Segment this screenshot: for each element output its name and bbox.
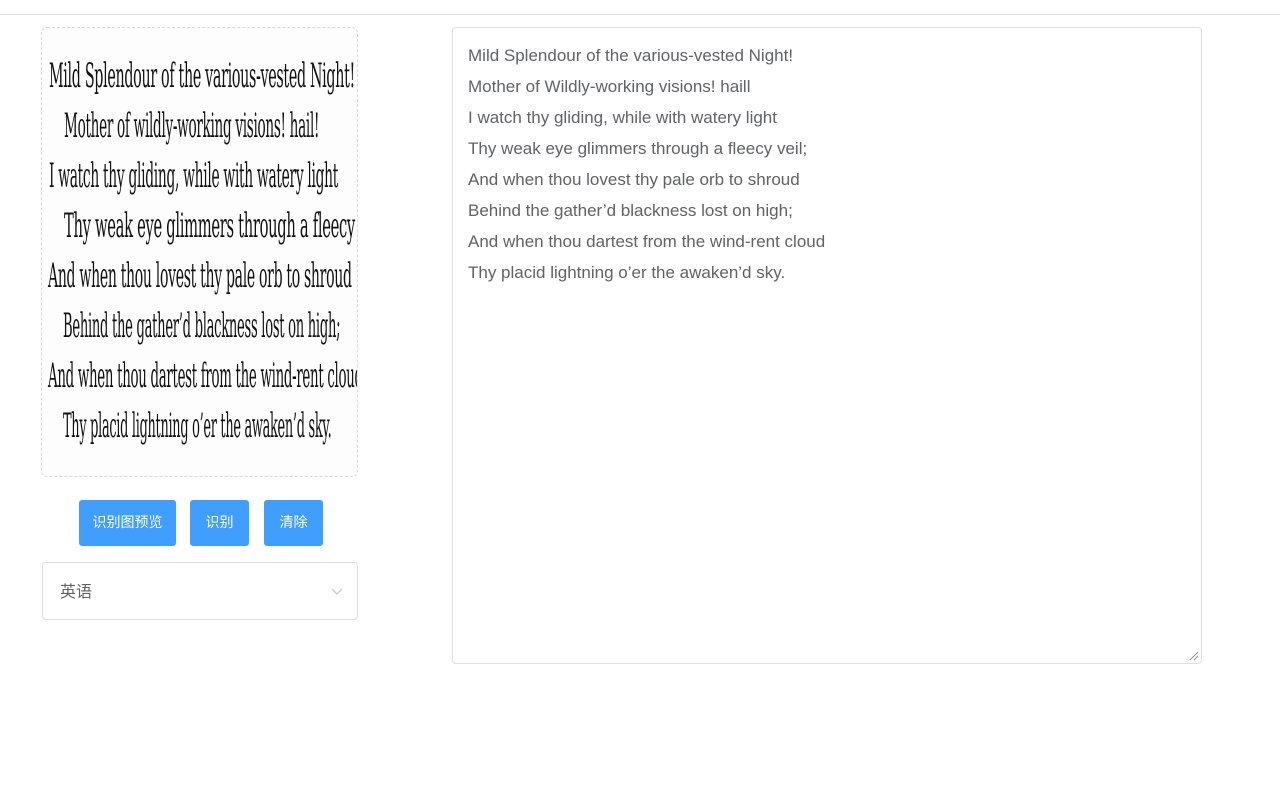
preview-recognized-image-button[interactable]: 识别图预览: [79, 500, 176, 546]
result-text-line: And when thou lovest thy pale orb to shr…: [468, 170, 800, 189]
result-text-line: Mild Splendour of the various-vested Nig…: [468, 46, 794, 65]
result-text-line: And when thou dartest from the wind-rent…: [468, 232, 826, 251]
result-text-line: Behind the gather’d blackness lost on hi…: [468, 201, 793, 220]
top-divider: [0, 14, 1280, 15]
result-text-line: Thy placid lightning o’er the awaken’d s…: [468, 263, 786, 282]
image-text-line: Thy weak eye glimmers through a fleecy v…: [64, 208, 358, 246]
language-select-value: 英语: [60, 582, 93, 601]
uploaded-image-preview[interactable]: Mild Splendour of the various-vested Nig…: [41, 27, 358, 477]
recognition-result-textarea[interactable]: Mild Splendour of the various-vested Nig…: [452, 27, 1202, 664]
image-text-line: Behind the gather’d blackness lost on hi…: [63, 308, 341, 346]
image-text-line: And when thou dartest from the wind-rent…: [48, 358, 358, 396]
resize-handle-icon[interactable]: [1189, 651, 1199, 661]
image-text-line: Thy placid lightning o’er the awaken’d s…: [63, 408, 332, 446]
image-text-line: Mild Splendour of the various-vested Nig…: [49, 58, 355, 96]
result-text-line: Thy weak eye glimmers through a fleecy v…: [468, 139, 808, 158]
image-text-line: Mother of wildly-working visions! hail!: [64, 108, 320, 146]
recognize-button[interactable]: 识别: [190, 500, 249, 546]
result-text-line: I watch thy gliding, while with watery l…: [468, 108, 777, 127]
scanned-poem-image: Mild Splendour of the various-vested Nig…: [42, 28, 357, 476]
image-text-line: And when thou lovest thy pale orb to shr…: [48, 258, 352, 296]
chevron-down-icon: [331, 588, 343, 595]
clear-button[interactable]: 清除: [264, 500, 323, 546]
language-select[interactable]: 英语: [42, 562, 358, 620]
result-text-line: Mother of Wildly-working visions! haill: [468, 77, 751, 96]
image-text-line: I watch thy gliding, while with watery l…: [49, 158, 339, 196]
